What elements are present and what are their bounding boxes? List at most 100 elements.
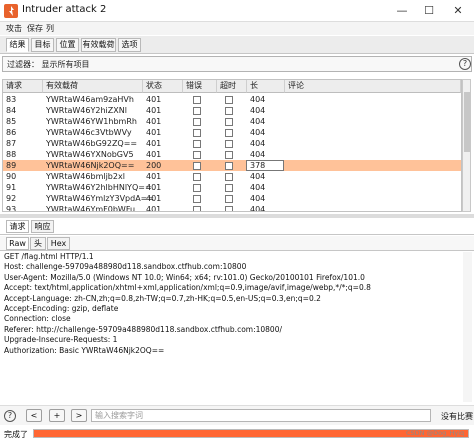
help-icon[interactable]: ? xyxy=(4,410,16,422)
cell-payload: YWRtaW46bmljb2xl xyxy=(46,172,125,181)
table-row[interactable]: 87 YWRtaW46bG92ZQ== 401 404 xyxy=(3,138,461,149)
cell-status: 401 xyxy=(146,128,162,137)
tab-headers[interactable]: 头 xyxy=(30,237,46,250)
cell-length: 404 xyxy=(250,205,266,212)
cell-payload: YWRtaW46YXNobGV5 xyxy=(46,150,134,159)
timeout-checkbox xyxy=(225,118,233,126)
cell-length: 404 xyxy=(250,117,266,126)
error-checkbox xyxy=(193,96,201,104)
table-row[interactable]: 89 YWRtaW46Njk2OQ== 200 378 xyxy=(3,160,461,171)
cell-payload: YWRtaW46Y2hiZXNl xyxy=(46,106,127,115)
table-row[interactable]: 93 YWRtaW46YmF0bWFu 401 404 xyxy=(3,204,461,212)
tab-payloads[interactable]: 有效载荷 xyxy=(81,38,116,52)
cell-status: 401 xyxy=(146,205,162,212)
tab-positions[interactable]: 位置 xyxy=(56,38,79,52)
tab-results[interactable]: 结果 xyxy=(6,38,29,52)
previous-button[interactable]: < xyxy=(26,409,42,422)
cell-payload: YWRtaW46YmF0bWFu xyxy=(46,205,136,212)
tab-options[interactable]: 选项 xyxy=(118,38,141,52)
filter-help-icon[interactable]: ? xyxy=(459,58,471,70)
request-line: GET /flag.html HTTP/1.1 xyxy=(4,252,94,261)
col-header-length[interactable]: 长 xyxy=(247,80,285,93)
main-tab-bar: 结果 目标 位置 有效载荷 选项 xyxy=(0,36,474,54)
cell-payload: YWRtaW46YmlzY3VpdA== xyxy=(46,194,155,203)
window-title: Intruder attack 2 xyxy=(22,4,107,15)
cell-status: 401 xyxy=(146,95,162,104)
pane-splitter[interactable] xyxy=(0,214,474,218)
filter-bar[interactable]: 过滤器： 显示所有项目 xyxy=(2,56,472,72)
cell-status: 401 xyxy=(146,106,162,115)
watermark: CSDN @Dog_Hyiq xyxy=(406,429,465,437)
timeout-checkbox xyxy=(225,162,233,170)
table-row[interactable]: 86 YWRtaW46c3VtbWVy 401 404 xyxy=(3,127,461,138)
next-button[interactable]: > xyxy=(71,409,87,422)
tab-request[interactable]: 请求 xyxy=(6,220,29,233)
error-checkbox xyxy=(193,173,201,181)
request-scrollbar[interactable] xyxy=(463,252,472,402)
cell-request-number: 86 xyxy=(6,128,17,137)
table-row[interactable]: 88 YWRtaW46YXNobGV5 401 404 xyxy=(3,149,461,160)
filter-label: 过滤器： 显示所有项目 xyxy=(7,60,90,69)
col-header-comment[interactable]: 评论 xyxy=(285,80,461,93)
col-header-timeout[interactable]: 超时 xyxy=(217,80,247,93)
title-bar: Intruder attack 2 — ☐ ✕ xyxy=(0,0,474,22)
results-scrollbar[interactable] xyxy=(462,79,471,212)
timeout-checkbox xyxy=(225,96,233,104)
table-row[interactable]: 83 YWRtaW46am9zaHVh 401 404 xyxy=(3,94,461,105)
tab-target[interactable]: 目标 xyxy=(31,38,54,52)
cell-payload: YWRtaW46am9zaHVh xyxy=(46,95,134,104)
table-row[interactable]: 84 YWRtaW46Y2hiZXNl 401 404 xyxy=(3,105,461,116)
cell-request-number: 89 xyxy=(6,161,17,170)
col-header-request[interactable]: 请求 xyxy=(3,80,43,93)
cell-status: 401 xyxy=(146,194,162,203)
cell-request-number: 90 xyxy=(6,172,17,181)
add-button[interactable]: + xyxy=(49,409,65,422)
cell-length: 404 xyxy=(250,106,266,115)
menu-attack[interactable]: 攻击 xyxy=(6,23,22,34)
minimize-icon[interactable]: — xyxy=(394,3,410,19)
table-row[interactable]: 92 YWRtaW46YmlzY3VpdA== 401 404 xyxy=(3,193,461,204)
request-line: Accept-Language: zh-CN,zh;q=0.8,zh-TW;q=… xyxy=(4,293,321,303)
error-checkbox xyxy=(193,195,201,203)
request-line: Accept-Encoding: gzip, deflate xyxy=(4,304,119,314)
cell-request-number: 92 xyxy=(6,194,17,203)
cell-status: 401 xyxy=(146,117,162,126)
search-input[interactable] xyxy=(91,409,431,422)
cell-payload: YWRtaW46c3VtbWVy xyxy=(46,128,132,137)
cell-request-number: 83 xyxy=(6,95,17,104)
cell-status: 401 xyxy=(146,139,162,148)
request-raw-view[interactable]: GET /flag.html HTTP/1.1 Host: challenge-… xyxy=(2,252,462,402)
timeout-checkbox xyxy=(225,173,233,181)
close-icon[interactable]: ✕ xyxy=(450,3,466,19)
search-bar: ? < + > 没有比赛 xyxy=(0,405,474,425)
request-line: Connection: close xyxy=(4,314,71,324)
cell-length: 404 xyxy=(250,139,266,148)
tab-raw[interactable]: Raw xyxy=(6,237,29,250)
tab-response[interactable]: 响应 xyxy=(31,220,54,233)
menu-save[interactable]: 保存 xyxy=(27,23,43,34)
message-tab-bar: 请求 响应 xyxy=(0,219,474,235)
cell-payload: YWRtaW46YW1hbmRh xyxy=(46,117,137,126)
progress-bar xyxy=(33,429,469,438)
menu-columns[interactable]: 列 xyxy=(46,23,54,34)
error-checkbox xyxy=(193,206,201,211)
maximize-icon[interactable]: ☐ xyxy=(421,3,437,19)
table-row[interactable]: 91 YWRtaW46Y2hlbHNlYQ== 401 404 xyxy=(3,182,461,193)
cell-payload: YWRtaW46bG92ZQ== xyxy=(46,139,138,148)
tab-hex[interactable]: Hex xyxy=(47,237,70,250)
cell-status: 401 xyxy=(146,172,162,181)
col-header-error[interactable]: 错误 xyxy=(183,80,217,93)
error-checkbox xyxy=(193,107,201,115)
error-checkbox xyxy=(193,184,201,192)
timeout-checkbox xyxy=(225,206,233,211)
results-scroll-thumb[interactable] xyxy=(464,92,470,152)
cell-payload: YWRtaW46Njk2OQ== xyxy=(46,161,135,170)
timeout-checkbox xyxy=(225,195,233,203)
table-row[interactable]: 90 YWRtaW46bmljb2xl 401 404 xyxy=(3,171,461,182)
cell-payload: YWRtaW46Y2hlbHNlYQ== xyxy=(46,183,152,192)
col-header-payload[interactable]: 有效载荷 xyxy=(43,80,143,93)
cell-status: 401 xyxy=(146,183,162,192)
error-checkbox xyxy=(193,140,201,148)
table-row[interactable]: 85 YWRtaW46YW1hbmRh 401 404 xyxy=(3,116,461,127)
col-header-status[interactable]: 状态 xyxy=(143,80,183,93)
